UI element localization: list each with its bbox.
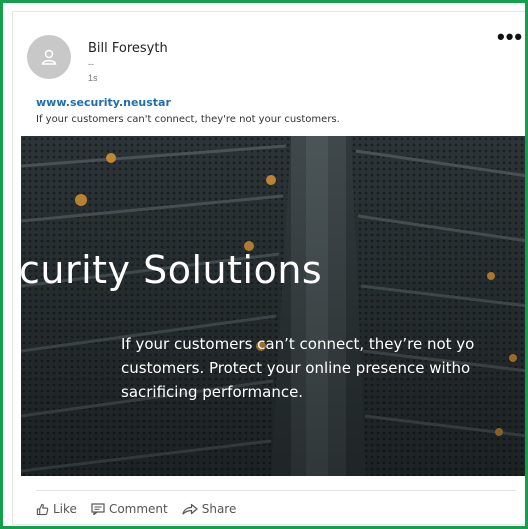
hero-body-line: customers. Protect your online presence … — [121, 359, 471, 377]
shared-link-description: If your customers can't connect, they're… — [36, 114, 340, 125]
hero-body-line: sacrificing performance. — [121, 383, 304, 401]
share-label: Share — [201, 502, 237, 516]
share-arrow-icon — [182, 503, 198, 515]
author-avatar[interactable] — [27, 35, 71, 79]
post-actions-bar: Like Comment Share — [36, 502, 236, 516]
comment-button[interactable]: Comment — [91, 502, 168, 516]
shared-link-image[interactable]: curity Solutions If your customers can’t… — [21, 136, 525, 476]
server-rack-background — [21, 136, 525, 476]
thumbs-up-icon — [36, 503, 49, 515]
like-button[interactable]: Like — [36, 502, 77, 516]
share-button[interactable]: Share — [182, 502, 237, 516]
post-frame: Bill Foresyth -- 1s ••• www.security.neu… — [0, 0, 528, 529]
shared-link-url[interactable]: www.security.neustar — [36, 96, 171, 109]
hero-title: curity Solutions — [21, 248, 323, 292]
comment-icon — [91, 503, 105, 515]
actions-divider — [36, 490, 516, 491]
person-icon — [41, 49, 57, 65]
like-label: Like — [53, 502, 77, 516]
author-headline: -- — [88, 59, 94, 69]
hero-body-text: If your customers can’t connect, they’re… — [121, 332, 474, 404]
post-timestamp: 1s — [88, 73, 98, 83]
hero-body-line: If your customers can’t connect, they’re… — [121, 335, 475, 353]
author-name[interactable]: Bill Foresyth — [88, 41, 168, 56]
comment-label: Comment — [108, 502, 168, 516]
more-options-button[interactable]: ••• — [497, 26, 523, 48]
